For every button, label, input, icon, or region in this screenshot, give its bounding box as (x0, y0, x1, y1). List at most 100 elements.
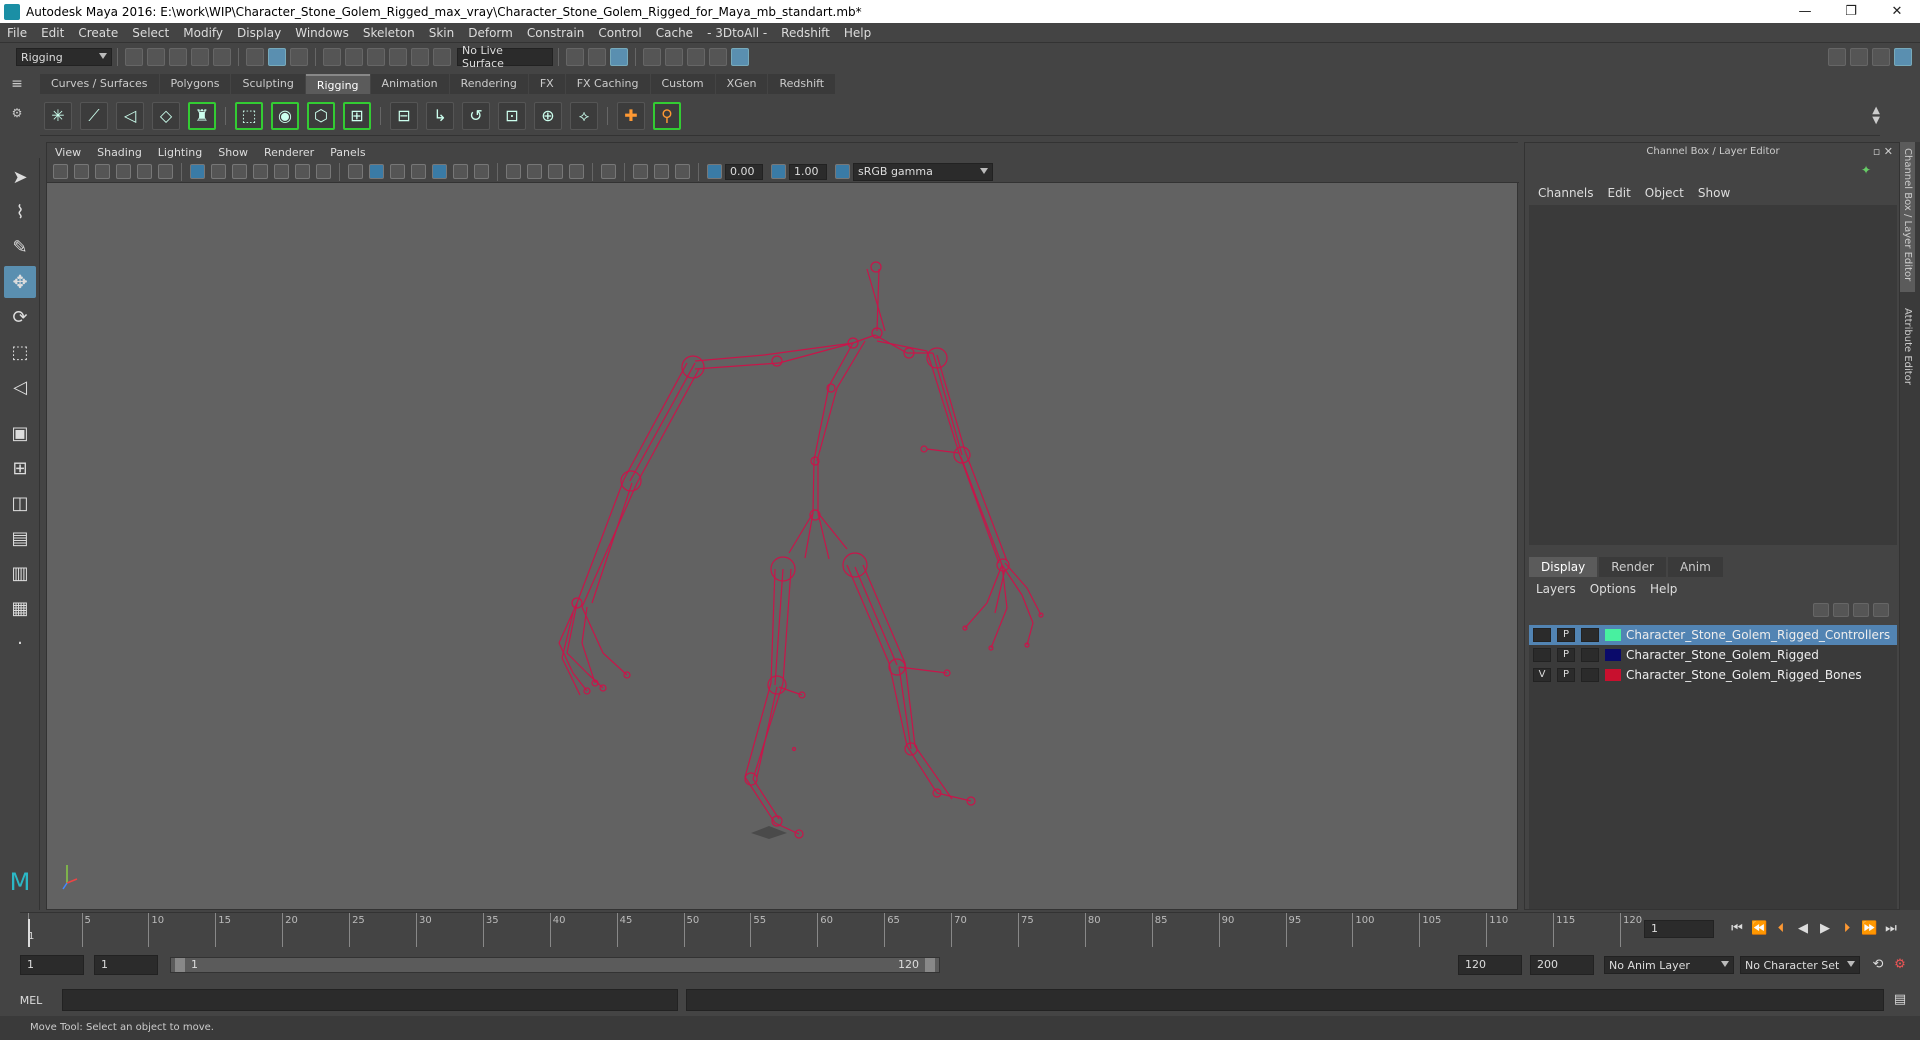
paint-weights-icon[interactable]: ◉ (271, 101, 299, 130)
animation-end-field[interactable]: 200 (1530, 955, 1594, 975)
two-view-vertical-icon[interactable]: ◫ (4, 487, 36, 519)
layout-more-icon[interactable]: · (4, 627, 36, 659)
layer-menu-help[interactable]: Help (1643, 582, 1684, 596)
xray-joints-icon[interactable] (675, 164, 690, 179)
new-scene-icon[interactable] (125, 48, 143, 66)
single-view-icon[interactable]: ▣ (4, 417, 36, 449)
menu-select[interactable]: Select (125, 26, 176, 40)
menu-modify[interactable]: Modify (176, 26, 230, 40)
menu-deform[interactable]: Deform (461, 26, 520, 40)
safe-action-icon[interactable] (295, 164, 310, 179)
pole-vector-icon[interactable]: ⟡ (570, 101, 598, 130)
shelf-tab-fx-caching[interactable]: FX Caching (565, 74, 650, 94)
shelf-settings-icon[interactable]: ⚙ (4, 106, 30, 120)
exposure-field[interactable]: 0.00 (725, 163, 763, 180)
hypershade-persp-icon[interactable]: ▦ (4, 592, 36, 624)
resolution-gate-icon[interactable] (232, 164, 247, 179)
playback-end-field[interactable]: 120 (1458, 955, 1522, 975)
menu-create[interactable]: Create (71, 26, 125, 40)
step-back-frame-icon[interactable]: ⏴ (1773, 921, 1789, 937)
vp-menu-lighting[interactable]: Lighting (150, 146, 210, 159)
shelf-tab-animation[interactable]: Animation (370, 74, 449, 94)
shelf-tab-fx[interactable]: FX (528, 74, 565, 94)
channel-list[interactable] (1529, 205, 1897, 545)
snap-surface-icon[interactable] (411, 48, 429, 66)
persp-viewport[interactable]: persp (47, 183, 1517, 909)
vp-menu-shading[interactable]: Shading (89, 146, 150, 159)
select-hierarchy-icon[interactable] (246, 48, 264, 66)
undo-icon[interactable] (191, 48, 209, 66)
vp-menu-view[interactable]: View (47, 146, 89, 159)
time-slider[interactable]: 5 10 15 20 25 30 35 40 45 50 55 60 65 70 75 80 85 90 95 100… (20, 912, 1642, 947)
tool-settings-icon[interactable] (1872, 48, 1890, 66)
shelf-tab-xgen[interactable]: XGen (715, 74, 768, 94)
live-surface-field[interactable]: No Live Surface (457, 44, 553, 70)
snap-point-icon[interactable] (367, 48, 385, 66)
range-start-handle[interactable] (175, 958, 185, 972)
go-to-start-icon[interactable]: ⏮ (1729, 921, 1745, 937)
use-default-material-icon[interactable] (390, 164, 405, 179)
animation-start-field[interactable]: 1 (20, 955, 84, 975)
select-object-icon[interactable] (268, 48, 286, 66)
channel-box-axis-icon[interactable]: ✦ (1861, 163, 1871, 177)
cb-menu-channels[interactable]: Channels (1531, 186, 1601, 200)
menu-file[interactable]: File (0, 26, 34, 40)
menu-edit[interactable]: Edit (34, 26, 71, 40)
tab-display[interactable]: Display (1529, 557, 1598, 577)
scale-tool-icon[interactable]: ⬚ (4, 336, 36, 368)
motion-blur-icon[interactable] (527, 164, 542, 179)
range-end-handle[interactable] (925, 958, 935, 972)
layer-display-type-toggle[interactable] (1581, 648, 1599, 662)
snap-curve-icon[interactable] (345, 48, 363, 66)
command-input[interactable] (62, 989, 678, 1011)
hypershade-icon[interactable] (709, 48, 727, 66)
layer-playback-toggle[interactable]: P (1557, 668, 1575, 682)
field-chart-icon[interactable] (274, 164, 289, 179)
render-frame-icon[interactable] (665, 48, 683, 66)
layer-row-rigged[interactable]: P Character_Stone_Golem_Rigged (1529, 645, 1897, 665)
close-button[interactable]: ✕ (1874, 0, 1920, 23)
camera-select-icon[interactable] (53, 164, 68, 179)
layer-display-type-toggle[interactable] (1581, 628, 1599, 642)
menu-display[interactable]: Display (230, 26, 288, 40)
outliner-persp-icon[interactable]: ▤ (4, 522, 36, 554)
color-management-icon[interactable] (835, 164, 850, 179)
step-back-key-icon[interactable]: ⏪ (1751, 921, 1767, 937)
new-layer-icon[interactable] (1853, 603, 1869, 617)
shelf-tab-polygons[interactable]: Polygons (159, 74, 231, 94)
redshift-render-icon[interactable] (731, 48, 749, 66)
isolate-select-icon[interactable] (601, 164, 616, 179)
tab-anim[interactable]: Anim (1667, 557, 1723, 577)
go-to-end-icon[interactable]: ⏭ (1883, 921, 1899, 937)
quick-rig-icon[interactable]: ♜ (188, 101, 216, 130)
layer-playback-toggle[interactable]: P (1557, 628, 1575, 642)
color-space-dropdown[interactable]: sRGB gamma (853, 162, 993, 181)
play-backwards-icon[interactable]: ◀ (1795, 921, 1811, 937)
ipr-render-icon[interactable] (687, 48, 705, 66)
bookmark-icon[interactable] (95, 164, 110, 179)
step-forward-key-icon[interactable]: ⏩ (1861, 921, 1877, 937)
snap-view-icon[interactable] (389, 48, 407, 66)
cb-menu-edit[interactable]: Edit (1601, 186, 1638, 200)
shelf-tab-rigging[interactable]: Rigging (305, 74, 370, 94)
film-gate-icon[interactable] (211, 164, 226, 179)
menu-help[interactable]: Help (837, 26, 878, 40)
shelf-tab-sculpting[interactable]: Sculpting (231, 74, 305, 94)
layer-menu-layers[interactable]: Layers (1529, 582, 1583, 596)
shelf-scroll-icon[interactable]: ▲ ▼ (1872, 105, 1880, 126)
paint-select-icon[interactable]: ✎ (4, 231, 36, 263)
menu-constrain[interactable]: Constrain (520, 26, 592, 40)
snap-grid-icon[interactable] (323, 48, 341, 66)
smooth-shade-icon[interactable] (369, 164, 384, 179)
menu-skin[interactable]: Skin (422, 26, 462, 40)
cb-menu-show[interactable]: Show (1691, 186, 1737, 200)
scale-constraint-icon[interactable]: ⊡ (498, 101, 526, 130)
menu-windows[interactable]: Windows (288, 26, 356, 40)
current-frame-field[interactable]: 1 (1644, 920, 1714, 938)
camera-attributes-icon[interactable] (74, 164, 89, 179)
humanik-icon[interactable]: ⚲ (653, 101, 681, 130)
depth-of-field-icon[interactable] (569, 164, 584, 179)
joints-group[interactable] (571, 261, 1044, 839)
menu-3dtoall[interactable]: - 3DtoAll - (700, 26, 774, 40)
skeleton-wireframe[interactable] (47, 183, 1517, 909)
